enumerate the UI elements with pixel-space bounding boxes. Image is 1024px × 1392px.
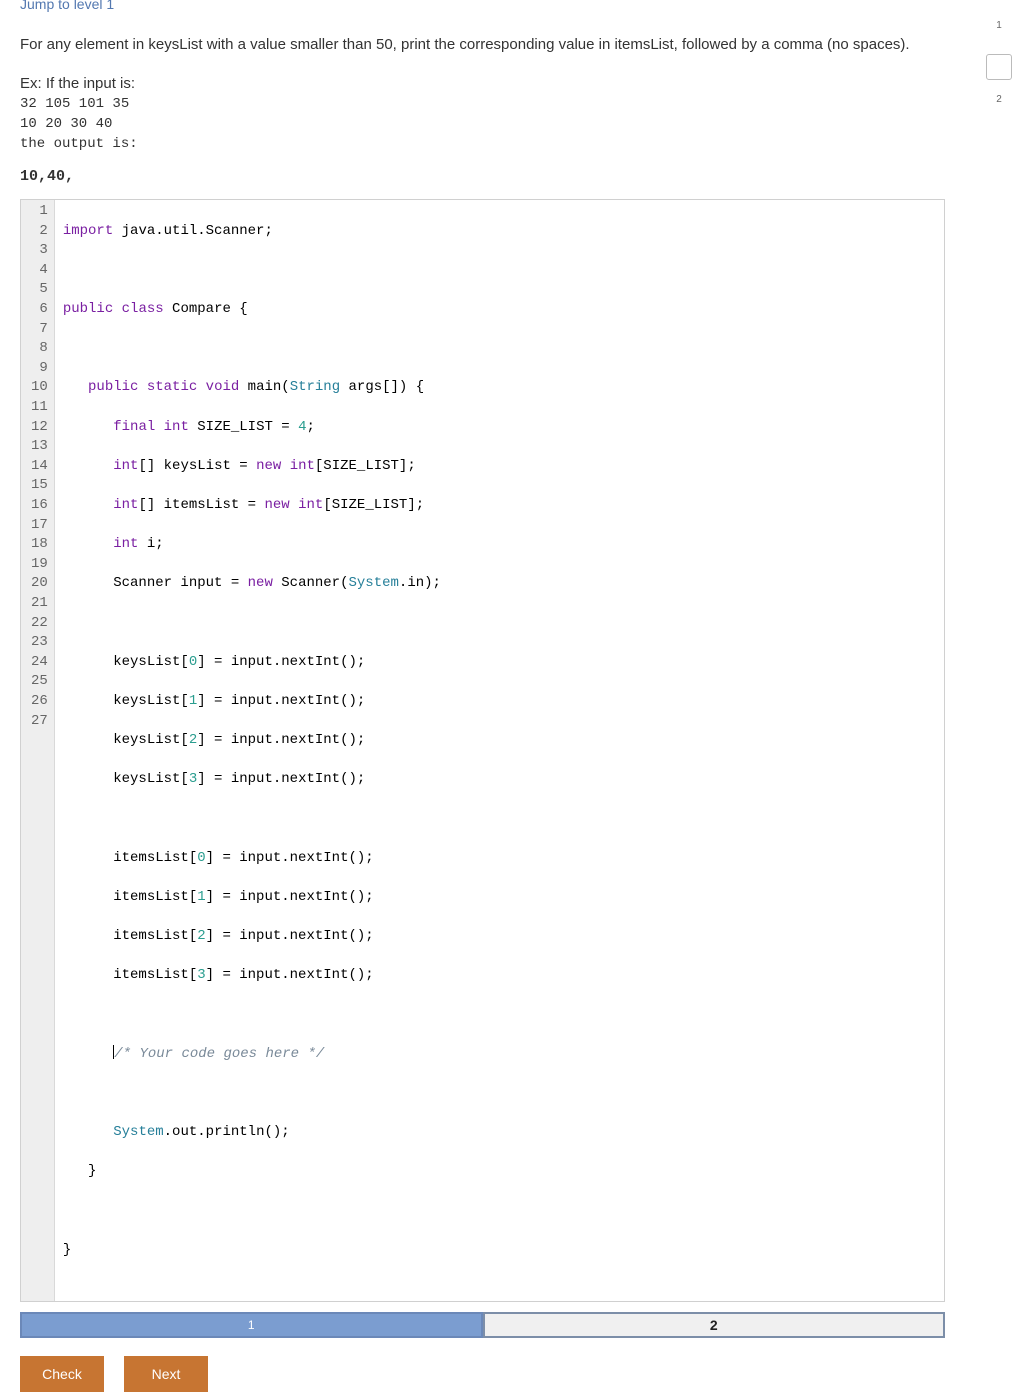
line-number: 4 bbox=[31, 261, 48, 281]
line-number: 16 bbox=[31, 496, 48, 516]
line-number: 12 bbox=[31, 418, 48, 438]
check-button[interactable]: Check bbox=[20, 1356, 104, 1392]
right-rail: 1 2 bbox=[986, 12, 1012, 112]
code-editor[interactable]: 1234567891011121314151617181920212223242… bbox=[20, 199, 945, 1302]
line-number: 6 bbox=[31, 300, 48, 320]
line-number: 25 bbox=[31, 672, 48, 692]
level-segment-1[interactable]: 1 bbox=[20, 1312, 483, 1338]
jump-to-level-link[interactable]: Jump to level 1 bbox=[20, 0, 114, 12]
example-intro: Ex: If the input is: bbox=[20, 75, 945, 92]
line-number: 8 bbox=[31, 339, 48, 359]
line-number: 1 bbox=[31, 202, 48, 222]
line-number: 18 bbox=[31, 535, 48, 555]
rail-item-2[interactable] bbox=[986, 54, 1012, 80]
line-number: 13 bbox=[31, 437, 48, 457]
problem-statement: For any element in keysList with a value… bbox=[20, 34, 945, 57]
line-number: 15 bbox=[31, 476, 48, 496]
line-number: 14 bbox=[31, 457, 48, 477]
line-number: 24 bbox=[31, 653, 48, 673]
example-input-line-1: 32 105 101 35 bbox=[20, 94, 945, 114]
line-number: 7 bbox=[31, 320, 48, 340]
next-button[interactable]: Next bbox=[124, 1356, 208, 1392]
line-number: 5 bbox=[31, 280, 48, 300]
line-number: 17 bbox=[31, 516, 48, 536]
line-number: 27 bbox=[31, 712, 48, 732]
line-number: 23 bbox=[31, 633, 48, 653]
level-progress-bar: 1 2 bbox=[20, 1312, 945, 1338]
line-number: 20 bbox=[31, 574, 48, 594]
line-number: 22 bbox=[31, 614, 48, 634]
line-number: 2 bbox=[31, 222, 48, 242]
line-number: 21 bbox=[31, 594, 48, 614]
output-value: 10,40, bbox=[20, 168, 945, 185]
line-number: 10 bbox=[31, 378, 48, 398]
kw-import: import bbox=[63, 223, 113, 239]
rail-item-1[interactable]: 1 bbox=[986, 12, 1012, 38]
output-label: the output is: bbox=[20, 136, 945, 152]
jump-link-row: Jump to level 1 bbox=[20, 0, 945, 12]
line-number: 11 bbox=[31, 398, 48, 418]
rail-item-2-label: 2 bbox=[986, 86, 1012, 112]
example-input-line-2: 10 20 30 40 bbox=[20, 114, 945, 134]
code-area[interactable]: import java.util.Scanner; public class C… bbox=[55, 200, 944, 1301]
line-number: 19 bbox=[31, 555, 48, 575]
line-number: 9 bbox=[31, 359, 48, 379]
level-segment-2[interactable]: 2 bbox=[483, 1312, 946, 1338]
line-gutter: 1234567891011121314151617181920212223242… bbox=[21, 200, 55, 1301]
line-number: 26 bbox=[31, 692, 48, 712]
line-number: 3 bbox=[31, 241, 48, 261]
